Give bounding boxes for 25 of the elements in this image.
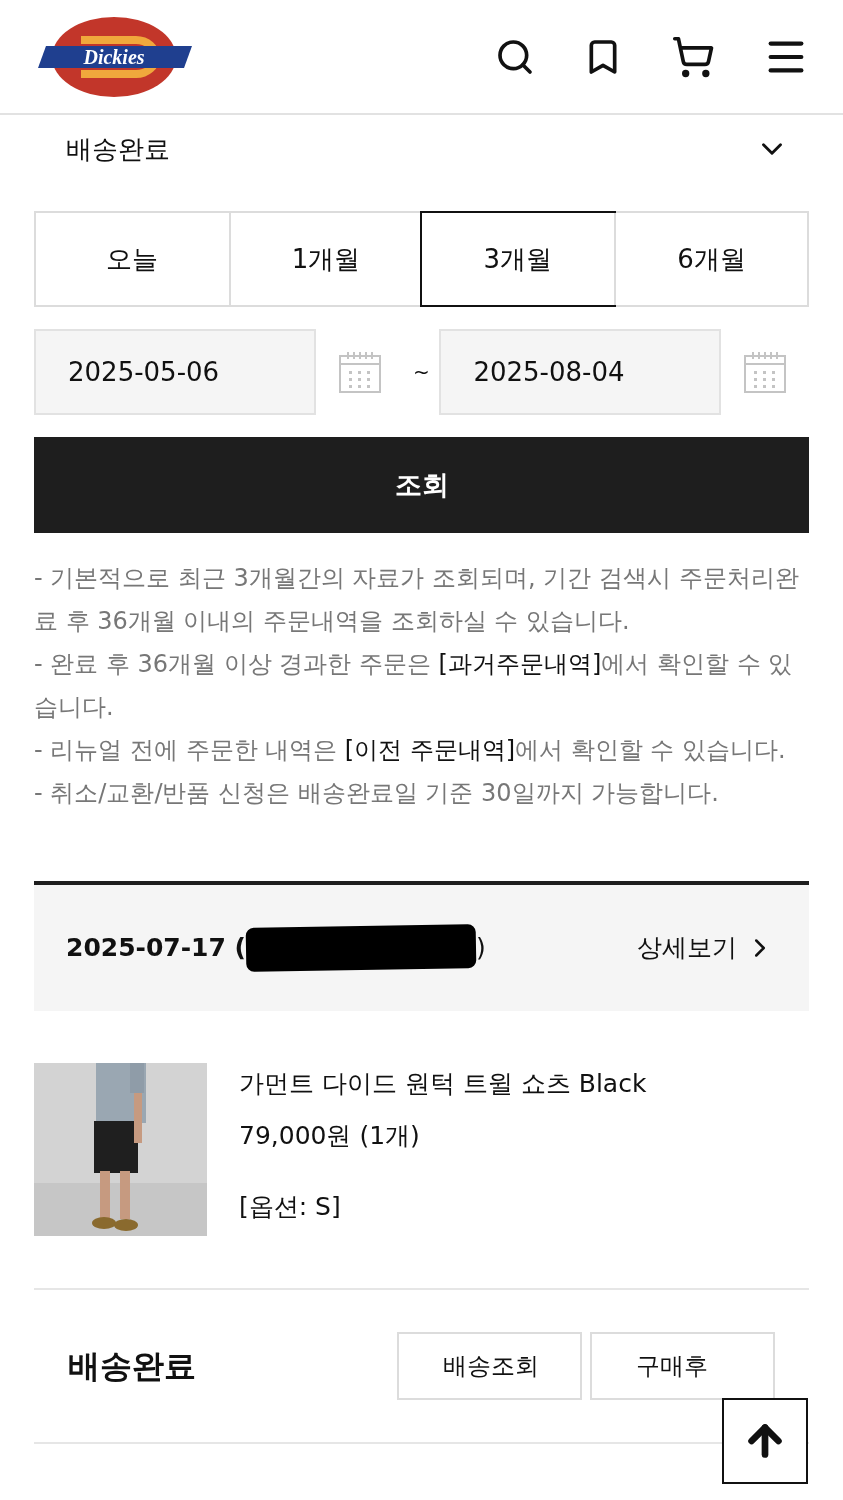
product-name[interactable]: 가먼트 다이드 원턱 트윌 쇼츠 Black — [239, 1065, 647, 1103]
period-tab[interactable]: 6개월 — [614, 213, 807, 305]
product-price: 79,000원 (1개) — [239, 1119, 421, 1152]
period-tab[interactable]: 1개월 — [228, 213, 422, 305]
notice-link[interactable]: [과거주문내역] — [438, 650, 602, 678]
notice-text: - 리뉴얼 전에 주문한 내역은 [이전 주문내역]에서 확인할 수 있습니다. — [34, 735, 787, 766]
order-status: 배송완료 — [68, 1346, 196, 1387]
notice-text: - 기본적으로 최근 3개월간의 자료가 조회되며, 기간 검색시 주문처리완료 후 36개월 이내의 주문내역을 조회하실 수 있습니다. — [34, 563, 800, 637]
notice-link[interactable]: [이전 주문내역] — [344, 736, 516, 764]
search-button[interactable]: 조회 — [34, 437, 809, 533]
tracking-button[interactable]: 배송조회 — [397, 1332, 582, 1400]
scroll-top-button[interactable] — [722, 1398, 808, 1484]
cart-icon[interactable] — [671, 34, 715, 79]
period-tab[interactable]: 3개월 — [419, 211, 617, 307]
order-date: 2025-07-17 ( — [66, 932, 247, 965]
notice-text: - 취소/교환/반품 신청은 배송완료일 기준 30일까지 가능합니다. — [34, 778, 720, 809]
period-tab[interactable]: 오늘 — [36, 213, 229, 305]
order-number-end: ) — [476, 932, 486, 965]
status-dropdown[interactable]: 배송완료 — [34, 115, 809, 183]
start-date-field[interactable]: 2025-05-06 — [34, 329, 316, 415]
end-date-field[interactable]: 2025-08-04 — [439, 329, 722, 415]
range-separator: ~ — [412, 359, 431, 386]
notice-text: - 완료 후 36개월 이상 경과한 주문은 [과거주문내역]에서 확인할 수 있습니다. — [34, 649, 794, 723]
detail-link[interactable]: 상세보기 — [637, 929, 775, 967]
product-option: [옵션: S] — [239, 1188, 647, 1226]
